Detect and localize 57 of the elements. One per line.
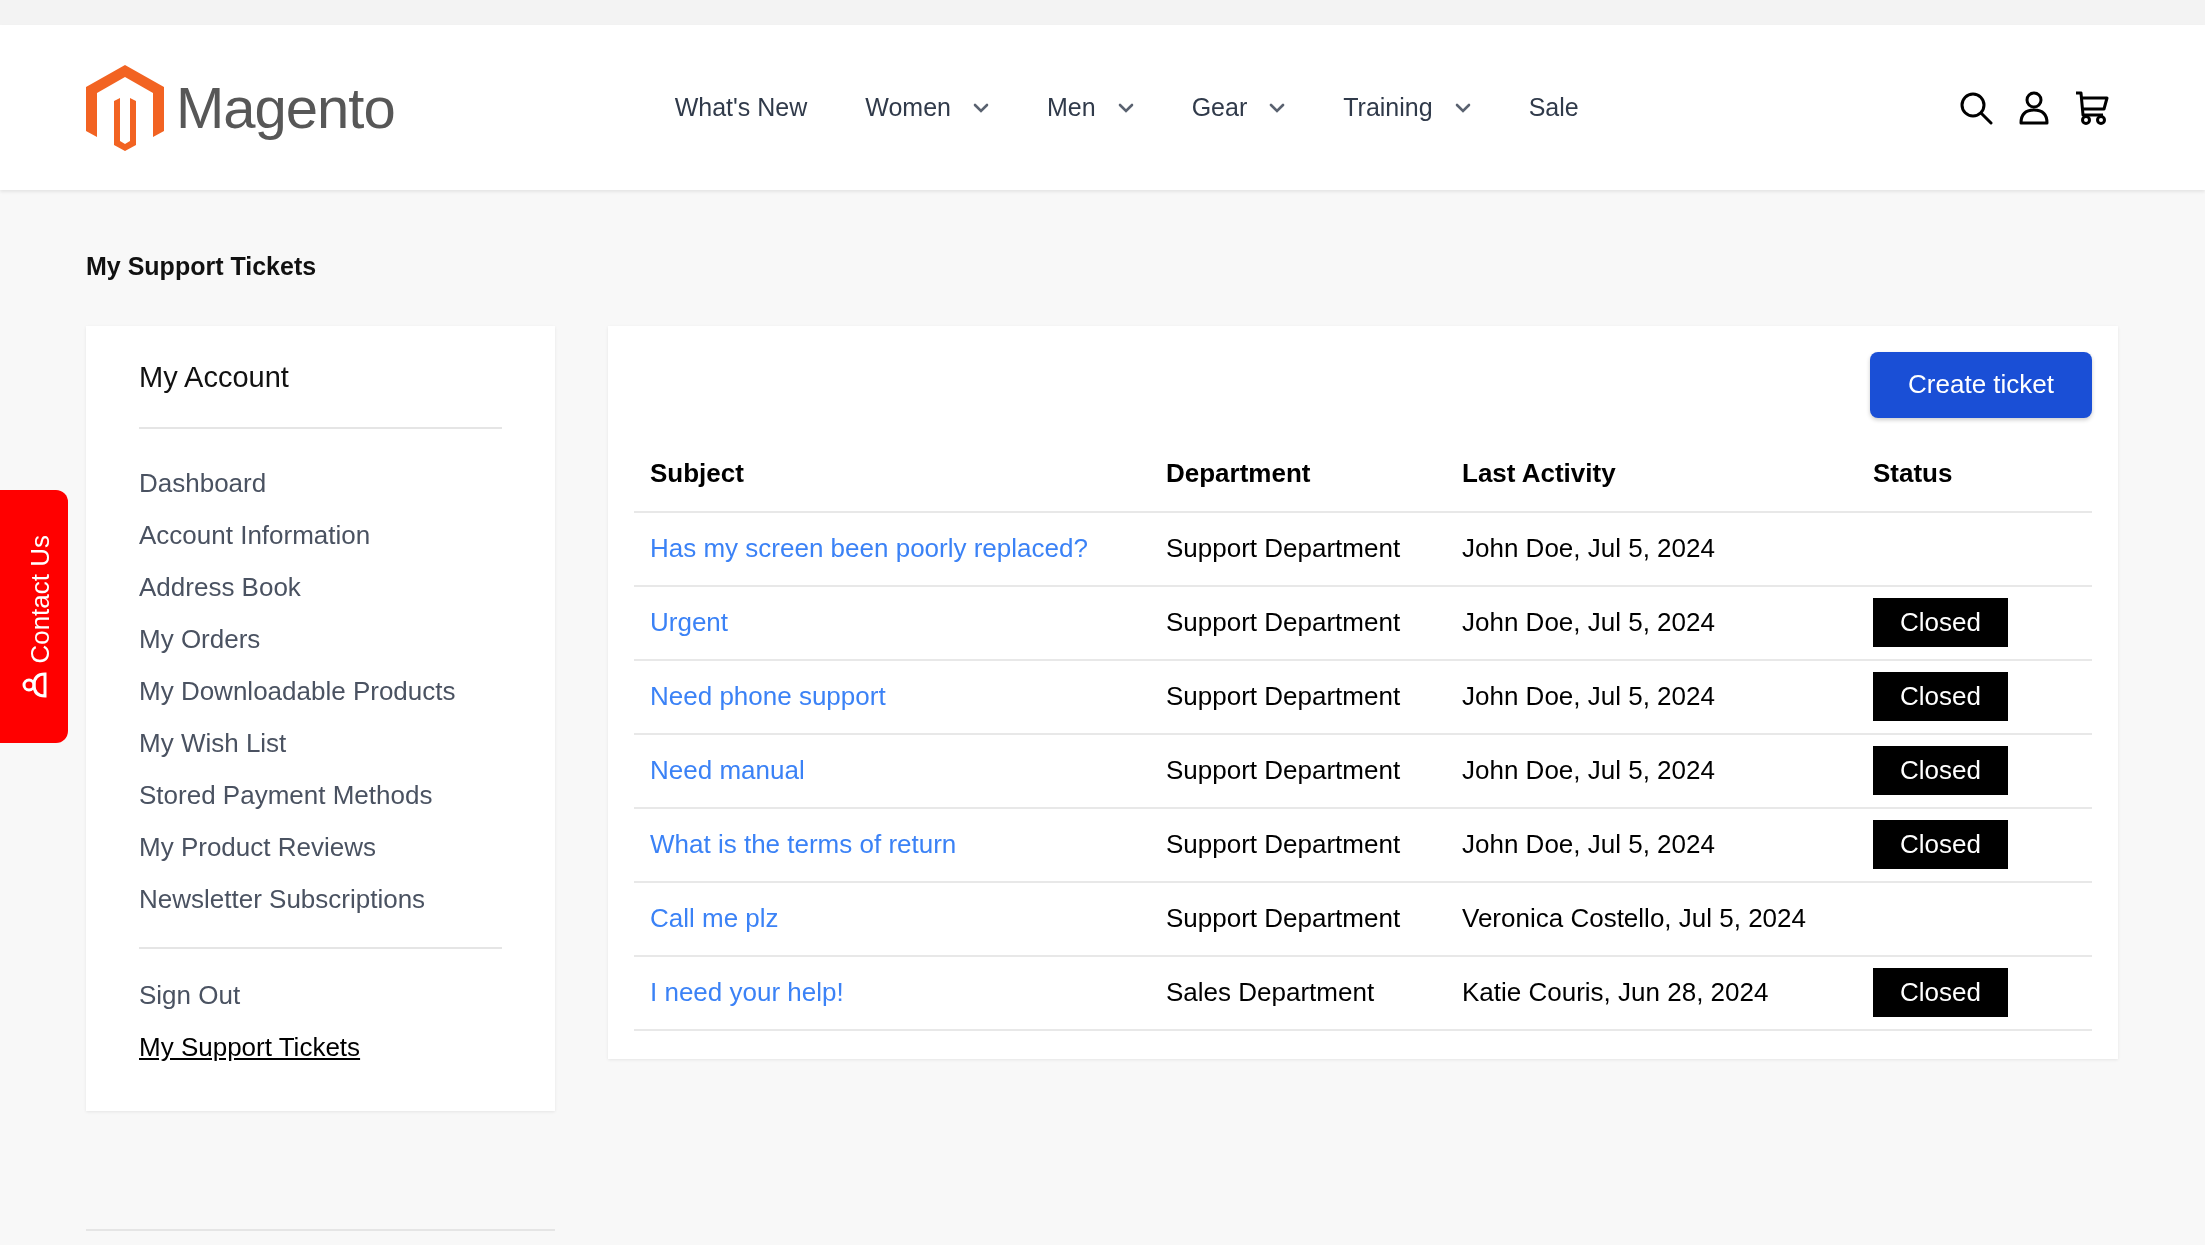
sidebar-link[interactable]: My Product Reviews (139, 821, 502, 873)
ticket-subject-link[interactable]: Need manual (650, 755, 805, 785)
status-label: Closed (1873, 598, 2008, 647)
ticket-subject-link[interactable]: Has my screen been poorly replaced? (650, 533, 1088, 563)
nav-link[interactable]: Gear (1191, 88, 1286, 127)
table-cell: John Doe, Jul 5, 2024 (1446, 807, 1857, 882)
table-cell: Katie Couris, Jun 28, 2024 (1446, 955, 1857, 1030)
page-title: My Support Tickets (86, 251, 318, 282)
table-cell: Support Department (1150, 511, 1446, 586)
nav-link[interactable]: Training (1343, 88, 1471, 127)
nav-link[interactable]: Sale (1528, 88, 1579, 127)
table-cell: Sales Department (1150, 955, 1446, 1030)
ticket-subject-link[interactable]: Call me plz (650, 903, 779, 933)
column-header: Last Activity (1446, 443, 1857, 512)
person-icon (21, 671, 47, 698)
nav-link[interactable]: Men (1047, 88, 1134, 127)
user-icon[interactable] (2019, 90, 2049, 125)
status-label: Closed (1873, 672, 2008, 721)
nav-link[interactable]: What's New (674, 88, 808, 127)
sidebar-link[interactable]: Account Information (139, 509, 502, 561)
table-cell: John Doe, Jul 5, 2024 (1446, 585, 1857, 660)
ticket-subject-link[interactable]: Need phone support (650, 681, 886, 711)
logo[interactable]: Magento (86, 64, 395, 151)
column-header: Status (1857, 443, 2092, 512)
sidebar-link[interactable]: Stored Payment Methods (139, 769, 502, 821)
table-cell: Support Department (1150, 659, 1446, 734)
ticket-subject-link[interactable]: Urgent (650, 607, 729, 637)
sidebar-link[interactable]: Address Book (139, 561, 502, 613)
sidebar-link[interactable]: Newsletter Subscriptions (139, 873, 502, 925)
sidebar-link[interactable]: My Wish List (139, 717, 502, 769)
table-cell: John Doe, Jul 5, 2024 (1446, 659, 1857, 734)
sidebar-link[interactable]: Sign Out (139, 969, 502, 1021)
search-icon[interactable] (1959, 90, 1993, 125)
table-cell: John Doe, Jul 5, 2024 (1446, 511, 1857, 586)
column-header: Subject (634, 443, 1150, 512)
table-cell: Support Department (1150, 881, 1446, 956)
status-label: Closed (1873, 968, 2008, 1017)
table-cell: Veronica Costello, Jul 5, 2024 (1446, 881, 1857, 956)
contact-us-tab[interactable]: Contact Us (0, 490, 68, 743)
column-header: Department (1150, 443, 1446, 512)
table-cell: Support Department (1150, 807, 1446, 882)
sidebar-title: My Account (139, 355, 502, 429)
sidebar-link[interactable]: My Downloadable Products (139, 665, 502, 717)
logo-icon (86, 64, 164, 151)
sidebar-link[interactable]: My Orders (139, 613, 502, 665)
status-label: Closed (1873, 746, 2008, 795)
table-cell: Support Department (1150, 733, 1446, 808)
status-label: Closed (1873, 820, 2008, 869)
ticket-subject-link[interactable]: I need your help! (650, 977, 844, 1007)
table-cell: John Doe, Jul 5, 2024 (1446, 733, 1857, 808)
cart-icon[interactable] (2075, 90, 2109, 125)
ticket-subject-link[interactable]: What is the terms of return (650, 829, 957, 859)
create-ticket-button[interactable]: Create ticket (1870, 351, 2092, 418)
nav-link[interactable]: Women (865, 88, 989, 127)
sidebar-link[interactable]: My Support Tickets (139, 1021, 502, 1073)
sidebar-link[interactable]: Dashboard (139, 457, 502, 509)
table-cell: Support Department (1150, 585, 1446, 660)
